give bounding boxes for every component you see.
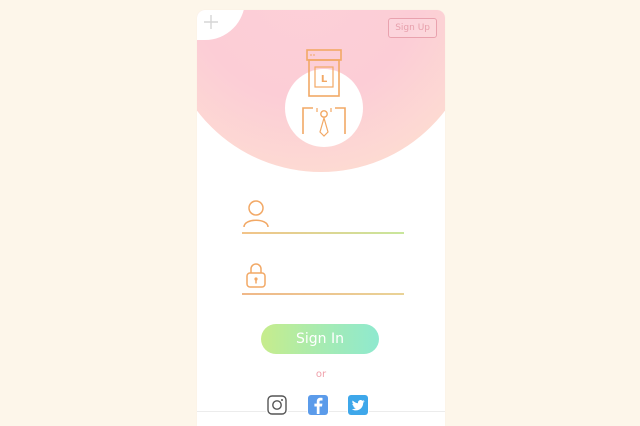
or-separator: or — [315, 369, 327, 380]
plus-icon[interactable] — [203, 14, 219, 30]
facebook-icon[interactable] — [307, 394, 329, 416]
username-field[interactable] — [242, 198, 404, 234]
twitter-icon[interactable] — [347, 394, 369, 416]
user-icon — [243, 200, 269, 228]
logo-letter: L — [321, 74, 328, 85]
instagram-icon[interactable] — [266, 394, 288, 416]
lock-icon — [246, 263, 266, 288]
screen: Sign Up L Sign In or — [0, 0, 640, 426]
password-input[interactable] — [276, 265, 404, 289]
signin-button[interactable]: Sign In — [261, 324, 379, 354]
username-input[interactable] — [276, 204, 404, 228]
login-card: Sign Up L Sign In or — [197, 10, 445, 426]
password-field[interactable] — [242, 259, 404, 295]
logo-icon: L — [302, 49, 346, 137]
signup-button[interactable]: Sign Up — [388, 18, 437, 38]
